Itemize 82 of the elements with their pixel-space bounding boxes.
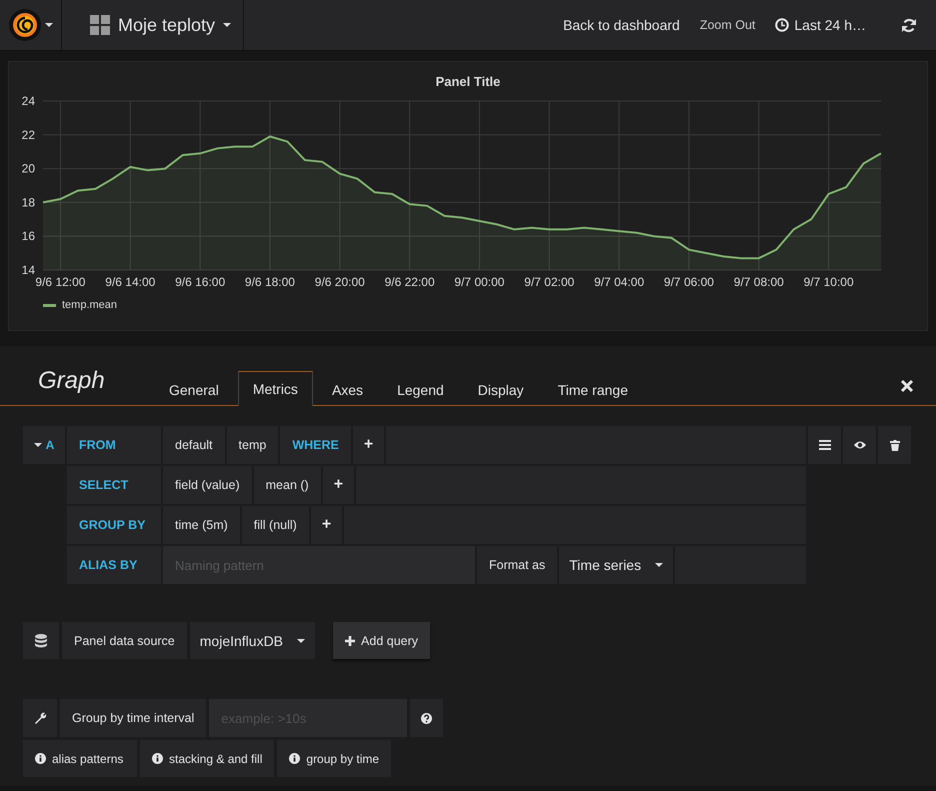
y-tick-label: 22 <box>22 128 35 142</box>
info-icon <box>289 753 300 764</box>
add-part-button[interactable]: + <box>322 466 354 504</box>
caret-icon <box>223 23 232 27</box>
wrench-icon <box>34 712 46 724</box>
query-part[interactable]: default <box>163 426 225 464</box>
x-tick-label: 9/7 06:00 <box>664 275 714 289</box>
x-tick-label: 9/7 04:00 <box>594 275 644 289</box>
refresh-icon <box>902 18 916 32</box>
y-tick-label: 18 <box>22 195 35 210</box>
y-tick-label: 20 <box>22 162 35 176</box>
query-keyword: GROUP BY <box>67 506 161 544</box>
x-tick-label: 9/7 10:00 <box>804 275 854 289</box>
y-tick-label: 16 <box>22 229 35 244</box>
add-part-button[interactable]: + <box>310 506 342 544</box>
query-part[interactable]: fill (null) <box>242 506 309 544</box>
database-icon <box>35 634 47 648</box>
x-tick-label: 9/7 00:00 <box>454 275 504 289</box>
legend-label[interactable]: temp.mean <box>62 299 118 311</box>
back-link[interactable]: Back to dashboard <box>563 17 680 33</box>
dashboard-picker[interactable]: Moje teploty <box>62 0 244 50</box>
query-keyword: FROM <box>67 426 161 464</box>
y-tick-label: 24 <box>22 94 35 108</box>
query-part[interactable]: temp <box>226 426 278 464</box>
datasource-select[interactable]: mojeInfluxDB <box>190 622 316 659</box>
close-button[interactable] <box>900 379 914 393</box>
zoom-out-button[interactable]: Zoom Out <box>700 18 756 32</box>
time-range-button[interactable]: Last 24 h… <box>775 17 866 33</box>
trash-icon <box>890 440 900 450</box>
caret-icon <box>44 23 52 27</box>
clock-icon <box>775 18 790 32</box>
add-query-button[interactable]: Add query <box>333 622 430 659</box>
x-tick-label: 9/6 20:00 <box>314 275 365 289</box>
caret-icon <box>297 638 306 642</box>
toggle-visibility-button[interactable] <box>843 426 876 464</box>
query-menu-button[interactable] <box>808 426 841 464</box>
tab[interactable]: Metrics <box>238 371 313 406</box>
tab[interactable]: Legend <box>382 371 459 406</box>
help-topic-button[interactable]: group by time <box>277 740 392 777</box>
x-tick-label: 9/6 14:00 <box>105 275 156 289</box>
field-label: Group by time interval <box>60 699 206 737</box>
help-topic-button[interactable]: alias patterns <box>23 740 137 777</box>
x-tick-label: 9/6 18:00 <box>244 275 295 289</box>
plus-icon <box>345 636 356 646</box>
question-icon <box>421 712 432 724</box>
query-keyword: SELECT <box>67 466 161 504</box>
x-tick-label: 9/6 16:00 <box>175 275 226 289</box>
grafana-logo-icon <box>8 9 40 41</box>
query-part[interactable]: field (value) <box>163 466 252 504</box>
query-toggle[interactable]: A <box>23 426 65 464</box>
tab[interactable]: Time range <box>542 371 643 406</box>
tab[interactable]: General <box>154 371 234 406</box>
dashboard-title: Moje teploty <box>118 14 216 36</box>
x-tick-label: 9/7 02:00 <box>524 275 574 289</box>
query-keyword[interactable]: WHERE <box>280 426 351 464</box>
x-tick-label: 9/6 12:00 <box>35 275 86 289</box>
eye-icon <box>854 440 866 450</box>
refresh-button[interactable] <box>902 18 916 32</box>
panel-title: Panel Title <box>434 73 502 90</box>
tab[interactable]: Axes <box>316 371 378 406</box>
y-tick-label: 14 <box>22 263 35 277</box>
editor-title: Graph <box>37 367 106 396</box>
field-label: Format as <box>477 546 558 584</box>
x-tick-label: 9/7 08:00 <box>734 275 784 289</box>
grid-icon <box>90 15 110 35</box>
help-button[interactable] <box>410 699 444 737</box>
query-part[interactable]: time (5m) <box>163 506 240 544</box>
menu-icon <box>818 440 830 450</box>
add-part-button[interactable]: + <box>352 426 384 464</box>
query-keyword: ALIAS BY <box>67 546 161 584</box>
delete-query-button[interactable] <box>878 426 911 464</box>
tab[interactable]: Display <box>462 371 539 406</box>
info-icon <box>152 753 163 764</box>
help-topic-button[interactable]: stacking & and fill <box>140 740 274 777</box>
field-label: Panel data source <box>62 622 187 659</box>
close-icon <box>900 379 914 393</box>
query-part[interactable]: mean () <box>254 466 321 504</box>
caret-icon <box>655 563 664 567</box>
format-select[interactable]: Time series <box>559 546 674 584</box>
info-icon <box>35 753 46 764</box>
x-tick-label: 9/6 22:00 <box>384 275 435 289</box>
caret-icon <box>34 443 42 447</box>
